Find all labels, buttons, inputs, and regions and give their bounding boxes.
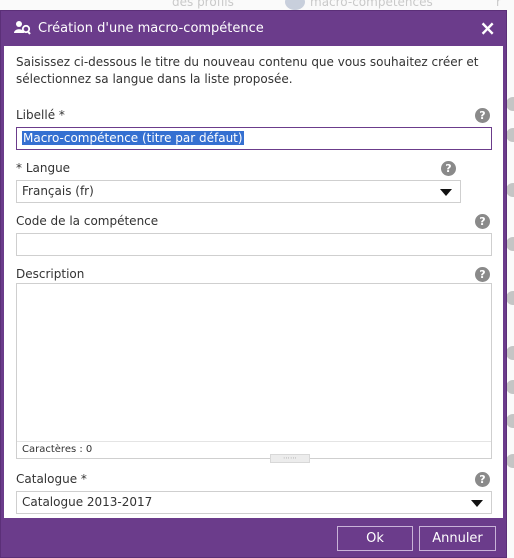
background-scroll-dot — [506, 237, 514, 251]
background-scroll-dot — [506, 183, 514, 197]
catalogue-field: Catalogue * ? Catalogue 2013-2017 — [16, 470, 492, 514]
background-scroll-dot — [506, 97, 514, 111]
background-tab: macro-compétences — [310, 0, 433, 9]
background-scroll-dot — [506, 454, 514, 468]
background-tab-icon — [285, 0, 305, 10]
background-tab: des profils — [172, 0, 234, 9]
dialog-footer: Ok Annuler — [4, 518, 503, 557]
close-icon[interactable]: × — [479, 18, 496, 38]
background-scroll-dot — [506, 291, 514, 305]
background-scroll-dot — [506, 414, 514, 428]
catalogue-label: Catalogue * — [16, 472, 87, 486]
competence-icon — [14, 21, 31, 35]
chevron-down-icon — [471, 500, 483, 507]
ok-button[interactable]: Ok — [337, 526, 413, 551]
character-counter: Caractères : 0 — [17, 441, 491, 458]
dialog-titlebar[interactable]: Création d'une macro-compétence × — [1, 11, 506, 45]
help-icon[interactable]: ? — [475, 472, 490, 487]
code-input[interactable] — [16, 233, 492, 256]
macro-competence-dialog: Création d'une macro-compétence × Saisis… — [0, 10, 507, 558]
cancel-button[interactable]: Annuler — [419, 526, 496, 551]
resize-handle[interactable]: ⋯⋯ — [270, 454, 310, 463]
libelle-label: Libellé * — [16, 108, 65, 122]
help-icon[interactable]: ? — [475, 267, 490, 282]
langue-label: * Langue — [16, 161, 71, 175]
langue-select-value: Français (fr) — [22, 184, 94, 198]
libelle-input[interactable]: Macro-compétence (titre par défaut) — [16, 127, 492, 150]
code-field: Code de la compétence ? — [16, 212, 492, 256]
description-label: Description — [16, 267, 85, 281]
libelle-field: Libellé * ? Macro-compétence (titre par … — [16, 106, 492, 150]
background-scroll-dot — [506, 346, 514, 360]
description-field: Description ? Caractères : 0 ⋯⋯ — [16, 265, 492, 463]
help-icon[interactable]: ? — [441, 161, 456, 176]
description-textarea[interactable]: Caractères : 0 ⋯⋯ — [16, 283, 492, 463]
libelle-input-value: Macro-compétence (titre par défaut) — [22, 131, 244, 145]
langue-field: * Langue ? Français (fr) — [16, 159, 492, 203]
chevron-down-icon — [440, 189, 452, 196]
background-tab: r — [496, 0, 501, 9]
help-icon[interactable]: ? — [475, 108, 490, 123]
intro-text: Saisissez ci-dessous le titre du nouveau… — [16, 55, 479, 86]
background-scroll-dot — [506, 128, 514, 142]
help-icon[interactable]: ? — [475, 214, 490, 229]
catalogue-select-value: Catalogue 2013-2017 — [22, 495, 153, 509]
catalogue-select[interactable]: Catalogue 2013-2017 — [16, 491, 492, 514]
dialog-body: Saisissez ci-dessous le titre du nouveau… — [4, 46, 503, 518]
code-label: Code de la compétence — [16, 214, 159, 228]
langue-select[interactable]: Français (fr) — [16, 180, 461, 203]
background-scroll-dot — [506, 380, 514, 394]
dialog-title: Création d'une macro-compétence — [38, 20, 264, 36]
